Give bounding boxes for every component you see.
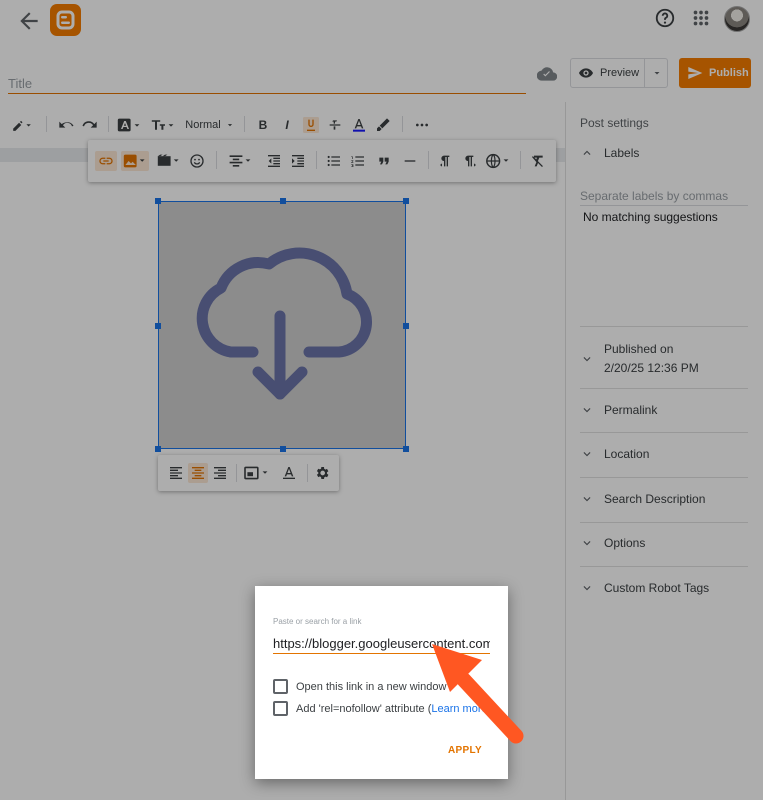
nofollow-checkbox[interactable] — [273, 701, 288, 716]
annotation-arrow — [420, 630, 540, 750]
nofollow-label: Add 'rel=nofollow' attribute ( — [296, 702, 432, 715]
new-window-checkbox[interactable] — [273, 679, 288, 694]
link-field-label: Paste or search for a link — [273, 617, 362, 626]
